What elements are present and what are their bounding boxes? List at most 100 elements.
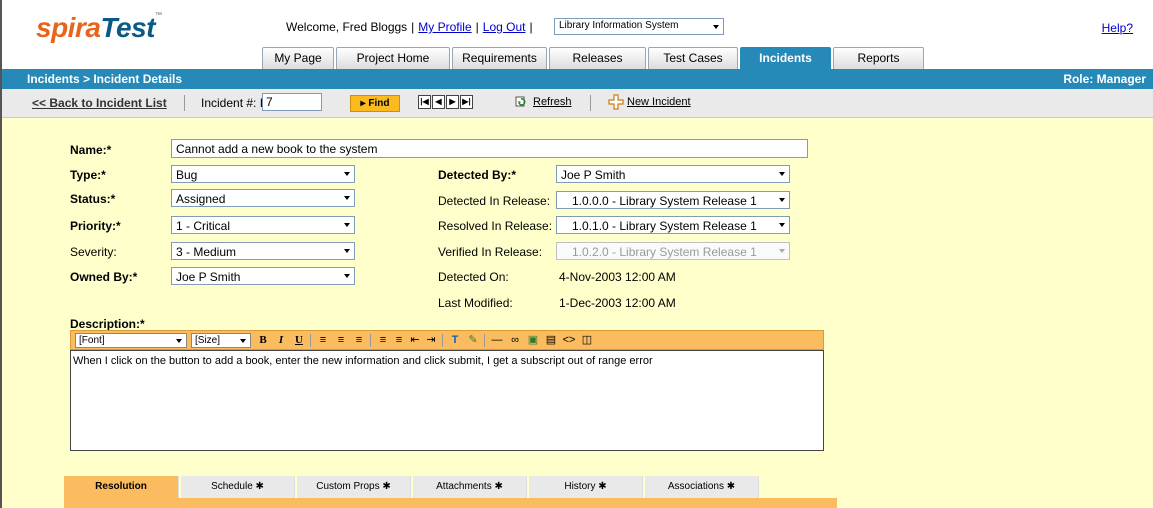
priority-label: Priority:* (70, 219, 121, 233)
priority-select[interactable]: 1 - Critical (171, 216, 355, 234)
outdent-icon[interactable]: ⇤ (407, 333, 423, 348)
last-modified-label: Last Modified: (438, 296, 513, 310)
tab-custom-props[interactable]: Custom Props ✱ (297, 476, 411, 498)
divider (370, 334, 371, 347)
project-select-value: Library Information System (559, 20, 679, 31)
help-link[interactable]: Help? (1102, 21, 1133, 35)
tab-reports[interactable]: Reports (833, 47, 924, 69)
font-select[interactable]: [Font] (75, 333, 187, 348)
welcome-bar: Welcome, Fred Bloggs | My Profile | Log Out | (286, 20, 537, 34)
chevron-down-icon (779, 198, 785, 202)
align-left-icon[interactable]: ≡ (315, 333, 331, 348)
type-select[interactable]: Bug (171, 165, 355, 183)
bold-icon[interactable]: B (255, 333, 271, 348)
detected-by-select[interactable]: Joe P Smith (556, 165, 790, 183)
tab-project-home[interactable]: Project Home (336, 47, 450, 69)
last-record-icon[interactable]: ▶| (460, 95, 473, 109)
tab-my-page[interactable]: My Page (262, 47, 334, 69)
ordered-list-icon[interactable]: ≡ (375, 333, 391, 348)
tab-test-cases[interactable]: Test Cases (648, 47, 738, 69)
detected-by-select-value: Joe P Smith (561, 168, 626, 182)
tab-resolution[interactable]: Resolution (64, 476, 179, 498)
editor-toolbar: [Font] [Size] B I U ≡ ≡ ≡ ≡ ≡ ⇤ ⇥ T ✎ — … (70, 330, 824, 350)
align-center-icon[interactable]: ≡ (333, 333, 349, 348)
tab-history[interactable]: History ✱ (529, 476, 643, 498)
first-record-icon[interactable]: |◀ (418, 95, 431, 109)
verified-release-select[interactable]: 1.0.2.0 - Library System Release 1 (556, 242, 790, 260)
tab-requirements[interactable]: Requirements (452, 47, 547, 69)
status-select[interactable]: Assigned (171, 189, 355, 207)
incident-number-input[interactable]: 7 (262, 93, 322, 111)
name-input[interactable]: Cannot add a new book to the system (171, 139, 808, 158)
logo-text-spira: spira (36, 12, 101, 43)
text-color-icon[interactable]: T (447, 333, 463, 348)
highlight-color-icon[interactable]: ✎ (465, 333, 481, 348)
logo-trademark: ™ (154, 12, 162, 19)
tab-panel-strip (64, 498, 837, 508)
chevron-down-icon (240, 338, 246, 343)
detected-release-label: Detected In Release: (438, 194, 551, 208)
back-to-list-link[interactable]: << Back to Incident List (32, 96, 167, 110)
tab-associations[interactable]: Associations ✱ (645, 476, 759, 498)
detected-release-select[interactable]: 1.0.0.0 - Library System Release 1 (556, 191, 790, 209)
description-editor[interactable]: When I click on the button to add a book… (70, 350, 824, 451)
detected-on-value: 4-Nov-2003 12:00 AM (559, 270, 676, 284)
title-bar: Incidents > Incident Details Role: Manag… (2, 69, 1153, 89)
type-select-value: Bug (176, 168, 198, 182)
source-code-icon[interactable]: <> (561, 333, 577, 348)
unordered-list-icon[interactable]: ≡ (391, 333, 407, 348)
refresh-link[interactable]: Refresh (533, 96, 572, 108)
priority-select-value: 1 - Critical (176, 219, 231, 233)
font-select-value: [Font] (79, 335, 105, 346)
severity-select-value: 3 - Medium (176, 245, 237, 259)
incident-toolbar: << Back to Incident List Incident #: IN … (2, 89, 1153, 118)
chevron-down-icon (779, 223, 785, 227)
tab-releases[interactable]: Releases (549, 47, 646, 69)
chevron-down-icon (779, 172, 785, 176)
last-modified-value: 1-Dec-2003 12:00 AM (559, 296, 676, 310)
detected-release-select-value: 1.0.0.0 - Library System Release 1 (572, 194, 757, 208)
severity-select[interactable]: 3 - Medium (171, 242, 355, 260)
log-out-link[interactable]: Log Out (483, 20, 526, 34)
image-icon[interactable]: ▣ (525, 333, 541, 348)
fullscreen-icon[interactable]: ◫ (579, 333, 595, 348)
owned-by-label: Owned By:* (70, 270, 138, 284)
horizontal-rule-icon[interactable]: — (489, 333, 505, 348)
owned-by-select[interactable]: Joe P Smith (171, 267, 355, 285)
size-select[interactable]: [Size] (191, 333, 251, 348)
next-record-icon[interactable]: ▶ (446, 95, 459, 109)
severity-label: Severity: (70, 245, 117, 259)
indent-icon[interactable]: ⇥ (423, 333, 439, 348)
tab-incidents[interactable]: Incidents (740, 47, 831, 69)
divider (310, 334, 311, 347)
italic-icon[interactable]: I (273, 333, 289, 348)
tab-attachments[interactable]: Attachments ✱ (413, 476, 527, 498)
detected-by-label: Detected By:* (438, 168, 517, 182)
new-incident-icon[interactable] (608, 94, 624, 113)
previous-record-icon[interactable]: ◀ (432, 95, 445, 109)
my-profile-link[interactable]: My Profile (418, 20, 471, 34)
resolved-release-select-value: 1.0.1.0 - Library System Release 1 (572, 219, 757, 233)
resolved-release-select[interactable]: 1.0.1.0 - Library System Release 1 (556, 216, 790, 234)
status-select-value: Assigned (176, 192, 226, 206)
chevron-down-icon (344, 249, 350, 253)
underline-icon[interactable]: U (291, 333, 307, 348)
type-label: Type:* (70, 168, 106, 182)
project-select[interactable]: Library Information System (554, 18, 724, 35)
divider (184, 95, 185, 111)
role-label: Role: Manager (1063, 72, 1146, 86)
spiratest-logo[interactable]: spiraTest™ (36, 12, 176, 48)
new-incident-link[interactable]: New Incident (627, 96, 691, 108)
description-label: Description:* (70, 317, 145, 331)
name-label: Name:* (70, 143, 112, 157)
status-label: Status:* (70, 192, 116, 206)
find-button[interactable]: ▸ Find (350, 95, 400, 112)
align-right-icon[interactable]: ≡ (351, 333, 367, 348)
refresh-icon[interactable] (515, 95, 528, 111)
tab-schedule[interactable]: Schedule ✱ (181, 476, 295, 498)
chevron-down-icon (779, 249, 785, 253)
chevron-down-icon (344, 196, 350, 200)
separator: | (411, 20, 415, 34)
link-icon[interactable]: ∞ (507, 333, 523, 348)
table-icon[interactable]: ▤ (543, 333, 559, 348)
